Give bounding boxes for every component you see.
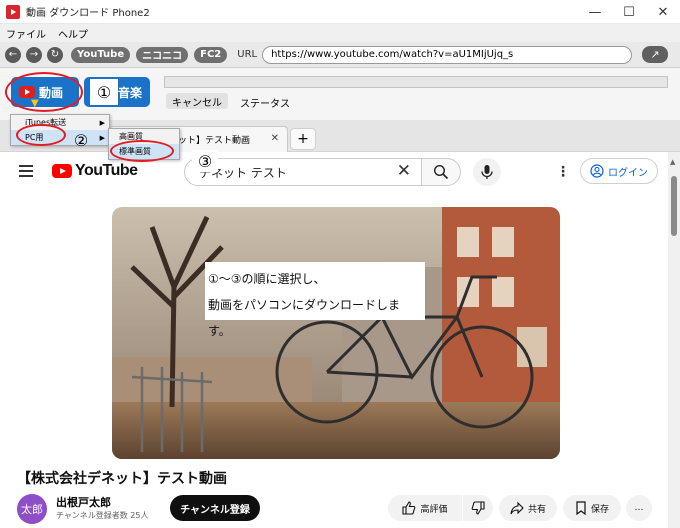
url-input[interactable] (262, 45, 633, 64)
login-label: ログイン (608, 167, 648, 179)
menu-item-pc-label: PC用 (25, 133, 44, 142)
page-scrollbar[interactable]: ▲ (668, 152, 680, 528)
menu-item-pc[interactable]: PC用 ▶ (11, 130, 109, 145)
channel-name[interactable]: 出根戸太郎 (56, 494, 111, 510)
quality-submenu: 高画質 標準画質 (108, 128, 180, 160)
menu-item-itunes[interactable]: iTunes転送 ▶ (11, 115, 109, 130)
thumbs-down-icon (471, 501, 485, 515)
scroll-up-icon[interactable]: ▲ (670, 158, 675, 166)
instruction-line-2: 動画をパソコンにダウンロードします。 (208, 298, 401, 338)
minimize-button[interactable]: — (578, 0, 612, 24)
share-label: 共有 (527, 504, 546, 515)
music-download-label: 音楽 (117, 85, 142, 100)
url-label: URL (237, 49, 258, 60)
more-options-icon[interactable]: ⋮ (556, 164, 570, 180)
open-url-button[interactable]: ↗ (642, 46, 668, 63)
avatar[interactable]: 太郎 (17, 494, 47, 524)
scroll-thumb[interactable] (671, 176, 677, 236)
menu-bar: ファイル ヘルプ (0, 24, 680, 42)
forward-button[interactable]: → (26, 46, 42, 63)
action-area: 動画 ▼ 音楽 ① キャンセル ステータス (0, 68, 680, 120)
app-icon (6, 4, 20, 19)
window-controls: — ☐ ✕ (578, 0, 680, 24)
niconico-site-button[interactable]: ニコニコ (136, 46, 189, 63)
video-download-label: 動画 (39, 85, 64, 100)
fc2-site-button[interactable]: FC2 (194, 46, 228, 63)
search-input[interactable]: デネット テスト ✕ (184, 158, 422, 186)
status-label: ステータス (240, 99, 290, 110)
youtube-logo-icon (52, 164, 72, 178)
instruction-line-1: ①～③の順に選択し、 (208, 272, 326, 286)
reload-button[interactable]: ↻ (47, 46, 63, 63)
submenu-arrow-icon: ▶ (99, 118, 105, 127)
close-button[interactable]: ✕ (646, 0, 680, 24)
back-button[interactable]: ← (5, 46, 21, 63)
download-context-menu: iTunes転送 ▶ PC用 ▶ (10, 114, 110, 146)
close-tab-icon[interactable]: ✕ (271, 133, 279, 144)
voice-search-button[interactable] (473, 158, 501, 186)
clear-search-icon[interactable]: ✕ (397, 161, 411, 181)
share-icon (510, 501, 524, 515)
step-2-marker: ② (73, 130, 89, 150)
cancel-button[interactable]: キャンセル (166, 93, 228, 109)
step-3-marker: ③ (192, 150, 218, 172)
youtube-logo[interactable]: YouTube (52, 162, 138, 180)
video-title: 【株式会社デネット】テスト動画 (17, 471, 227, 487)
microphone-icon (481, 165, 493, 179)
step-1-marker: ① (90, 79, 118, 105)
youtube-play-icon (19, 86, 35, 98)
title-bar: 動画 ダウンロード Phone2 — ☐ ✕ (0, 0, 680, 24)
save-button[interactable]: 保存 (563, 495, 621, 521)
more-actions-button[interactable]: … (626, 495, 652, 521)
dislike-button[interactable] (463, 495, 493, 521)
window-title: 動画 ダウンロード Phone2 (26, 8, 150, 19)
menu-item-standard-quality[interactable]: 標準画質 (109, 144, 179, 159)
search-icon (433, 164, 449, 180)
login-button[interactable]: ログイン (580, 158, 658, 184)
new-tab-button[interactable]: + (290, 128, 316, 150)
bookmark-icon (576, 501, 586, 515)
subscriber-count: チャンネル登録者数 25人 (56, 511, 149, 520)
maximize-button[interactable]: ☐ (612, 0, 646, 24)
like-label: 高評価 (420, 504, 448, 515)
like-button[interactable]: 高評価 (388, 495, 462, 521)
account-icon (590, 164, 604, 178)
subscribe-button[interactable]: チャンネル登録 (170, 495, 260, 521)
youtube-site-button[interactable]: YouTube (71, 46, 131, 63)
youtube-logo-text: YouTube (75, 162, 138, 179)
toolbar: ← → ↻ YouTube ニコニコ FC2 URL ↗ (0, 42, 680, 68)
menu-item-high-quality[interactable]: 高画質 (109, 129, 179, 144)
download-progress-bar (164, 76, 668, 88)
youtube-header: YouTube デネット テスト ✕ ⋮ ログイン (0, 152, 668, 192)
menu-item-itunes-label: iTunes転送 (25, 118, 67, 127)
menu-icon[interactable] (19, 165, 33, 177)
share-button[interactable]: 共有 (499, 495, 557, 521)
video-download-button[interactable]: 動画 (11, 77, 79, 107)
save-label: 保存 (590, 504, 609, 515)
youtube-page: YouTube デネット テスト ✕ ⋮ ログイン ①～③の順に選択し、 動画を… (0, 152, 668, 528)
down-arrow-icon: ▼ (31, 98, 39, 109)
submenu-arrow-icon: ▶ (99, 133, 105, 142)
instruction-overlay: ①～③の順に選択し、 動画をパソコンにダウンロードします。 (205, 262, 425, 338)
thumbs-up-icon (402, 501, 416, 515)
menu-file[interactable]: ファイル (6, 26, 46, 41)
menu-help[interactable]: ヘルプ (58, 26, 88, 41)
search-button[interactable] (421, 158, 461, 186)
